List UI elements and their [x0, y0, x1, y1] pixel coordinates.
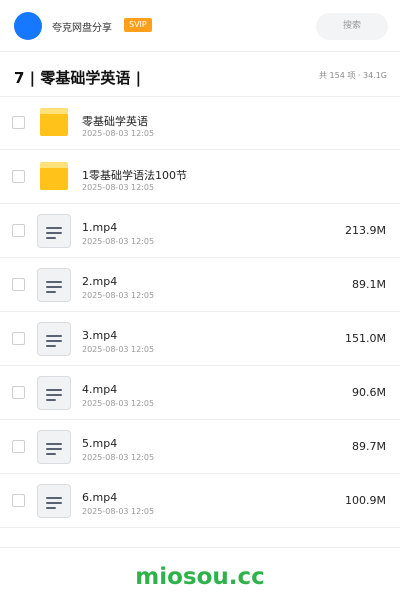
list-item-file[interactable]: 2.mp4 2025-08-03 12:05 89.1M — [0, 258, 400, 312]
item-size: 100.9M — [345, 494, 386, 507]
item-name: 2.mp4 — [82, 275, 118, 288]
item-size: 151.0M — [345, 332, 386, 345]
item-size: 89.1M — [352, 278, 386, 291]
item-name: 零基础学英语 — [82, 115, 148, 128]
folder-summary: 共 154 项 · 34.1G — [319, 71, 387, 80]
file-list: 零基础学英语 2025-08-03 12:05 1零基础学语法100节 2025… — [0, 96, 400, 528]
select-checkbox[interactable] — [12, 332, 25, 345]
video-file-icon — [37, 268, 71, 302]
folder-icon — [40, 108, 68, 136]
folder-icon — [40, 162, 68, 190]
select-checkbox[interactable] — [12, 494, 25, 507]
app-header: 夸克网盘分享 SVIP 搜索 — [0, 0, 400, 52]
select-checkbox[interactable] — [12, 386, 25, 399]
watermark: miosou.cc — [135, 564, 265, 590]
search-placeholder: 搜索 — [342, 21, 361, 31]
video-file-icon — [37, 214, 71, 248]
item-size: 90.6M — [352, 386, 386, 399]
item-date: 2025-08-03 12:05 — [82, 183, 155, 192]
item-date: 2025-08-03 12:05 — [82, 291, 155, 300]
item-date: 2025-08-03 12:05 — [82, 345, 155, 354]
list-item-file[interactable]: 3.mp4 2025-08-03 12:05 151.0M — [0, 312, 400, 366]
select-checkbox[interactable] — [12, 116, 25, 129]
item-date: 2025-08-03 12:05 — [82, 129, 155, 138]
select-checkbox[interactable] — [12, 224, 25, 237]
page-title: 7 | 零基础学英语 | — [14, 69, 142, 87]
item-name: 5.mp4 — [82, 437, 118, 450]
video-file-icon — [37, 322, 71, 356]
select-checkbox[interactable] — [12, 278, 25, 291]
list-item-file[interactable]: 1.mp4 2025-08-03 12:05 213.9M — [0, 204, 400, 258]
list-item-file[interactable]: 6.mp4 2025-08-03 12:05 100.9M — [0, 474, 400, 528]
item-date: 2025-08-03 12:05 — [82, 237, 155, 246]
search-input[interactable]: 搜索 — [316, 13, 388, 40]
item-date: 2025-08-03 12:05 — [82, 507, 155, 516]
video-file-icon — [37, 376, 71, 410]
list-item-file[interactable]: 4.mp4 2025-08-03 12:05 90.6M — [0, 366, 400, 420]
user-name[interactable]: 夸克网盘分享 — [52, 19, 112, 34]
select-checkbox[interactable] — [12, 170, 25, 183]
item-name: 6.mp4 — [82, 491, 118, 504]
item-date: 2025-08-03 12:05 — [82, 453, 155, 462]
item-name: 3.mp4 — [82, 329, 118, 342]
item-name: 1零基础学语法100节 — [82, 169, 187, 182]
footer-divider — [0, 547, 400, 548]
list-item-folder[interactable]: 零基础学英语 2025-08-03 12:05 — [0, 96, 400, 150]
video-file-icon — [37, 430, 71, 464]
avatar[interactable] — [14, 12, 42, 40]
item-date: 2025-08-03 12:05 — [82, 399, 155, 408]
item-size: 213.9M — [345, 224, 386, 237]
item-name: 1.mp4 — [82, 221, 118, 234]
item-name: 4.mp4 — [82, 383, 118, 396]
svip-badge: SVIP — [124, 18, 152, 32]
video-file-icon — [37, 484, 71, 518]
select-checkbox[interactable] — [12, 440, 25, 453]
item-size: 89.7M — [352, 440, 386, 453]
list-item-folder[interactable]: 1零基础学语法100节 2025-08-03 12:05 — [0, 150, 400, 204]
list-item-file[interactable]: 5.mp4 2025-08-03 12:05 89.7M — [0, 420, 400, 474]
folder-title-bar: 7 | 零基础学英语 | 共 154 项 · 34.1G — [0, 53, 400, 97]
